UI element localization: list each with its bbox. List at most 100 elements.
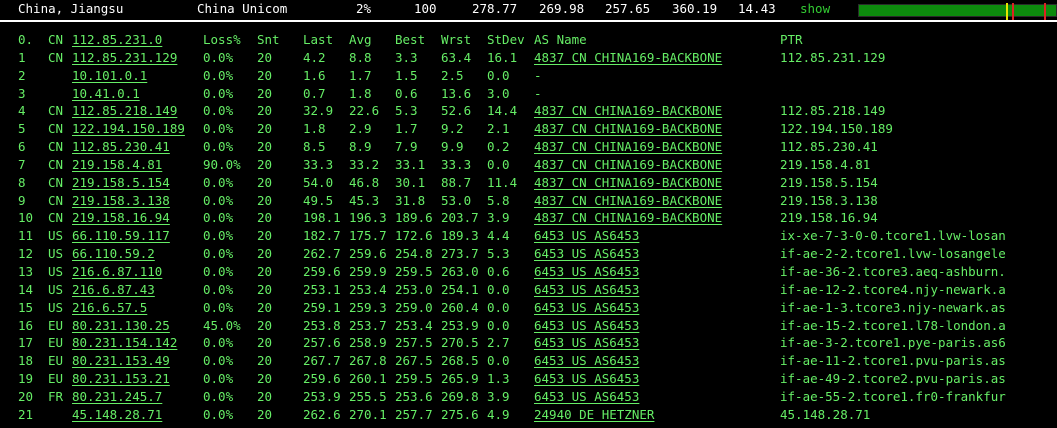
hop-ip-link[interactable]: 45.148.28.71 bbox=[72, 407, 162, 422]
country-code: CN bbox=[48, 139, 64, 155]
ptr-value: if-ae-12-2.tcore4.njy-newark.a bbox=[780, 282, 1006, 297]
best-value: 189.6 bbox=[395, 210, 433, 226]
column-header-asname: AS Name bbox=[534, 32, 587, 47]
as-name-link[interactable]: 4837 CN CHINA169-BACKBONE bbox=[534, 122, 722, 136]
hop-ip-link[interactable]: 219.158.3.138 bbox=[72, 193, 170, 208]
avg-value: 260.1 bbox=[349, 371, 387, 387]
as-name-link[interactable]: 6453 US AS6453 bbox=[534, 372, 639, 386]
hop-number: 2 bbox=[18, 67, 26, 83]
as-name-link[interactable]: 24940 DE HETZNER bbox=[534, 407, 654, 422]
last-value: 4.2 bbox=[303, 49, 326, 65]
as-name-link[interactable]: 6453 US AS6453 bbox=[534, 300, 639, 315]
sent-value: 20 bbox=[257, 281, 273, 297]
sent-value: 20 bbox=[257, 371, 273, 387]
country-code: CN bbox=[48, 103, 64, 119]
country-code: US bbox=[48, 299, 64, 315]
hop-ip-link[interactable]: 112.85.218.149 bbox=[72, 104, 177, 118]
loss-value: 0.0% bbox=[203, 103, 234, 119]
as-name-link[interactable]: 6453 US AS6453 bbox=[534, 336, 639, 350]
worst-value: 53.0 bbox=[441, 192, 472, 208]
table-row: 9 CN 219.158.3.138 0.0% 20 49.5 45.3 31.8 53.0 5.… bbox=[0, 192, 1057, 210]
sent-value: 20 bbox=[257, 174, 273, 190]
hop-ip-link[interactable]: 80.231.130.25 bbox=[72, 318, 170, 333]
best-value: 267.5 bbox=[395, 353, 433, 369]
as-name-link[interactable]: 4837 CN CHINA169-BACKBONE bbox=[534, 193, 722, 208]
loss-value: 0.0% bbox=[203, 371, 234, 387]
column-header-last: Last bbox=[303, 32, 334, 47]
hop-ip-link[interactable]: 216.6.87.110 bbox=[72, 264, 162, 279]
as-name-link[interactable]: 4837 CN CHINA169-BACKBONE bbox=[534, 104, 722, 118]
hop-ip-link[interactable]: 219.158.4.81 bbox=[72, 157, 162, 172]
as-name-link[interactable]: 6453 US AS6453 bbox=[534, 229, 639, 243]
as-name-link[interactable]: 4837 CN CHINA169-BACKBONE bbox=[534, 175, 722, 190]
loss-value: 0.0% bbox=[203, 388, 234, 404]
hop-ip-link[interactable]: 80.231.154.142 bbox=[72, 336, 177, 350]
last-value: 253.9 bbox=[303, 388, 341, 404]
loss-value: 0.0% bbox=[203, 335, 234, 351]
last-value: 267.7 bbox=[303, 353, 341, 369]
table-row: 10 CN 219.158.16.94 0.0% 20 198.1 196.3 189.6 20… bbox=[0, 209, 1057, 227]
probe-isp: China Unicom bbox=[197, 1, 288, 16]
hop-ip-link[interactable]: 219.158.5.154 bbox=[72, 175, 170, 190]
best-value: 259.0 bbox=[395, 299, 433, 315]
last-value: 259.6 bbox=[303, 263, 341, 279]
hop-ip-link[interactable]: 112.85.231.129 bbox=[72, 50, 177, 65]
as-name-link[interactable]: 6453 US AS6453 bbox=[534, 247, 639, 261]
hop-ip-link[interactable]: 66.110.59.2 bbox=[72, 247, 155, 261]
as-name-link[interactable]: 4837 CN CHINA169-BACKBONE bbox=[534, 140, 722, 154]
as-name-link[interactable]: 6453 US AS6453 bbox=[534, 318, 639, 333]
avg-value: 196.3 bbox=[349, 210, 387, 226]
as-name-link[interactable]: 4837 CN CHINA169-BACKBONE bbox=[534, 50, 722, 65]
hop-ip-link[interactable]: 216.6.87.43 bbox=[72, 282, 155, 297]
hop-ip-link[interactable]: 10.41.0.1 bbox=[72, 86, 140, 101]
hop-ip-link[interactable]: 66.110.59.117 bbox=[72, 229, 170, 243]
best-value: 7.9 bbox=[395, 139, 418, 155]
hop-ip-link[interactable]: 219.158.16.94 bbox=[72, 211, 170, 225]
latency-bar bbox=[858, 3, 1057, 20]
best-value: 0.6 bbox=[395, 85, 418, 101]
sent-value: 20 bbox=[257, 406, 273, 422]
hop-number: 20 bbox=[18, 388, 34, 404]
loss-value: 0.0% bbox=[203, 67, 234, 83]
hop-number: 1 bbox=[18, 49, 26, 65]
as-name-link[interactable]: 6453 US AS6453 bbox=[534, 264, 639, 279]
hop-ip-link[interactable]: 216.6.57.5 bbox=[72, 300, 147, 315]
hop-ip-link[interactable]: 80.231.153.49 bbox=[72, 354, 170, 368]
stdev-value: 5.8 bbox=[487, 192, 510, 208]
hop-ip-link[interactable]: 80.231.245.7 bbox=[72, 389, 162, 404]
hop-number: 3 bbox=[18, 85, 26, 101]
as-name-link[interactable]: 6453 US AS6453 bbox=[534, 389, 639, 404]
sent-value: 20 bbox=[257, 103, 273, 119]
ptr-value: if-ae-55-2.tcore1.fr0-frankfur bbox=[780, 389, 1006, 404]
sent-value: 20 bbox=[257, 139, 273, 155]
worst-value: 254.1 bbox=[441, 281, 479, 297]
stdev-value: 2.1 bbox=[487, 121, 510, 137]
loss-value: 0.0% bbox=[203, 299, 234, 315]
hop-ip-link[interactable]: 80.231.153.21 bbox=[72, 372, 170, 386]
hop-ip-link[interactable]: 10.101.0.1 bbox=[72, 68, 147, 83]
hop-ip-link[interactable]: 122.194.150.189 bbox=[72, 122, 185, 136]
ptr-value: if-ae-11-2.tcore1.pvu-paris.as bbox=[780, 354, 1006, 369]
as-name-link[interactable]: 6453 US AS6453 bbox=[534, 354, 639, 368]
worst-value: 88.7 bbox=[441, 174, 472, 190]
table-row: 3 10.41.0.1 0.0% 20 0.7 1.8 0.6 13.6 3.0 - bbox=[0, 85, 1057, 103]
as-name-link[interactable]: 4837 CN CHINA169-BACKBONE bbox=[534, 157, 722, 172]
header-divider bbox=[0, 20, 1057, 22]
as-name-link[interactable]: 4837 CN CHINA169-BACKBONE bbox=[534, 211, 722, 225]
show-button[interactable]: show bbox=[800, 2, 830, 16]
last-value: 8.5 bbox=[303, 139, 326, 155]
stdev-value: 0.0 bbox=[487, 156, 510, 172]
column-header-loss: Loss% bbox=[203, 32, 241, 47]
as-name-link[interactable]: 6453 US AS6453 bbox=[534, 282, 639, 297]
stdev-value: 0.6 bbox=[487, 263, 510, 279]
hop-ip-link[interactable]: 112.85.230.41 bbox=[72, 140, 170, 154]
header-ip-link[interactable]: 112.85.231.0 bbox=[72, 33, 162, 47]
sent-value: 20 bbox=[257, 49, 273, 65]
sent-value: 20 bbox=[257, 228, 273, 244]
column-header-wrst: Wrst bbox=[441, 32, 472, 47]
last-value: 253.1 bbox=[303, 281, 341, 297]
column-header-snt: Snt bbox=[257, 32, 280, 47]
worst-value: 268.5 bbox=[441, 353, 479, 369]
table-row: 12 US 66.110.59.2 0.0% 20 262.7 259.6 254.8 273.… bbox=[0, 245, 1057, 263]
table-row: 2 10.101.0.1 0.0% 20 1.6 1.7 1.5 2.5 0.0 - bbox=[0, 67, 1057, 85]
